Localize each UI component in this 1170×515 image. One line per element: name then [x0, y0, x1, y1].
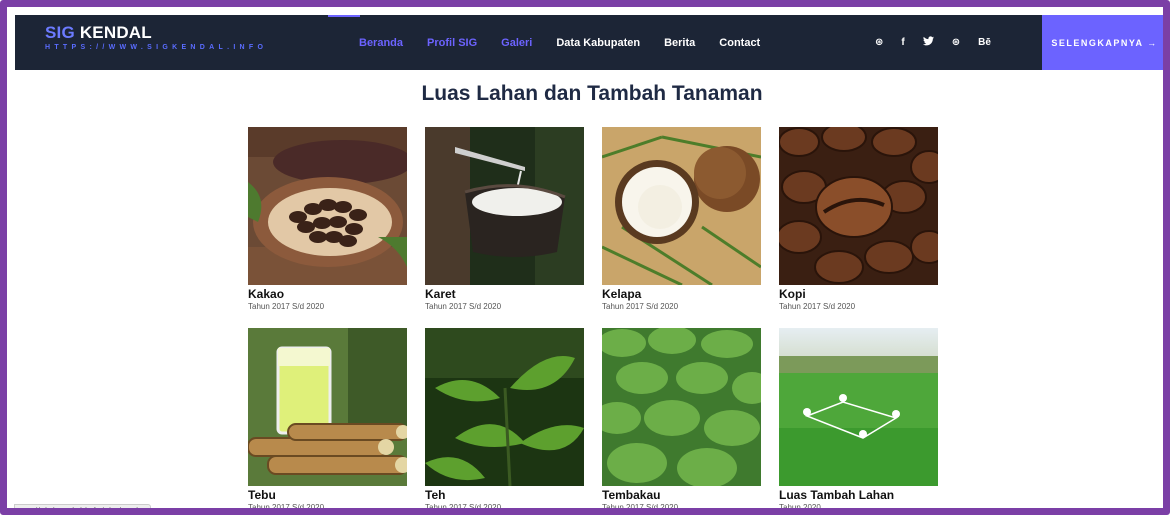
card-subtitle: Tahun 2017 S/d 2020: [248, 302, 325, 311]
nav-contact[interactable]: Contact: [719, 37, 760, 49]
card-title: Tembakau: [602, 488, 661, 502]
pinterest-icon[interactable]: ⊛: [952, 37, 960, 48]
card-subtitle: Tahun 2017 S/d 2020: [425, 302, 502, 311]
navbar: SIG KENDAL HTTPS://WWW.SIGKENDAL.INFO Be…: [15, 15, 1163, 70]
social-links: ⊛ f ⊛ Bē: [875, 15, 1009, 70]
nav-beranda[interactable]: Beranda: [359, 37, 403, 49]
main-menu: Beranda Profil SIG Galeri Data Kabupaten…: [359, 15, 784, 70]
card-title: Luas Tambah Lahan: [779, 488, 895, 502]
brand-url: HTTPS://WWW.SIGKENDAL.INFO: [45, 44, 268, 51]
card-tembakau[interactable]: Tembakau Tahun 2017 S/d 2020: [602, 328, 761, 512]
nav-profil-sig[interactable]: Profil SIG: [427, 37, 477, 49]
sugarcane-image[interactable]: [248, 328, 407, 486]
tea-leaves-image[interactable]: [425, 328, 584, 486]
card-title: Tebu: [248, 488, 276, 502]
card-subtitle: Tahun 2017 S/d 2020: [248, 503, 325, 512]
brand-logo[interactable]: SIG KENDAL HTTPS://WWW.SIGKENDAL.INFO: [45, 23, 267, 51]
coffee-beans-image[interactable]: [779, 127, 938, 285]
nav-data-kabupaten[interactable]: Data Kabupaten: [556, 37, 640, 49]
brand-title-sig: SIG: [45, 23, 75, 42]
card-kakao[interactable]: Kakao Tahun 2017 S/d 2020: [248, 127, 407, 312]
card-kelapa[interactable]: Kelapa Tahun 2017 S/d 2020: [602, 127, 761, 312]
card-title: Kakao: [248, 287, 285, 301]
facebook-icon[interactable]: f: [901, 37, 904, 48]
status-bar-url: ps://sigkendal.info/sig.html#: [14, 504, 151, 508]
card-title: Kelapa: [602, 287, 642, 301]
brand-title-kendal: KENDAL: [79, 23, 152, 42]
card-title: Teh: [425, 488, 446, 502]
nav-berita[interactable]: Berita: [664, 37, 695, 49]
coconut-image[interactable]: [602, 127, 761, 285]
selengkapnya-button[interactable]: SELENGKAPNYA →: [1042, 15, 1163, 70]
card-kopi[interactable]: Kopi Tahun 2017 S/d 2020: [779, 127, 938, 312]
browser-frame: SIG KENDAL HTTPS://WWW.SIGKENDAL.INFO Be…: [0, 0, 1170, 515]
land-map-image[interactable]: [779, 328, 938, 486]
card-subtitle: Tahun 2017 S/d 2020: [779, 302, 856, 311]
card-karet[interactable]: Karet Tahun 2017 S/d 2020: [425, 127, 584, 312]
dribbble-icon[interactable]: ⊛: [875, 37, 883, 48]
card-subtitle: Tahun 2020: [779, 503, 821, 512]
card-luas-tambah-lahan[interactable]: Luas Tambah Lahan Tahun 2020: [779, 328, 938, 512]
tobacco-field-image[interactable]: [602, 328, 761, 486]
nav-galeri[interactable]: Galeri: [501, 37, 532, 49]
card-subtitle: Tahun 2017 S/d 2020: [425, 503, 502, 512]
active-indicator: [328, 15, 360, 17]
card-title: Kopi: [779, 287, 806, 301]
card-subtitle: Tahun 2017 S/d 2020: [602, 302, 679, 311]
rubber-tree-image[interactable]: [425, 127, 584, 285]
behance-icon[interactable]: Bē: [978, 37, 991, 48]
cocoa-pod-image[interactable]: [248, 127, 407, 285]
card-teh[interactable]: Teh Tahun 2017 S/d 2020: [425, 328, 584, 512]
twitter-icon[interactable]: [922, 36, 934, 49]
card-subtitle: Tahun 2017 S/d 2020: [602, 503, 679, 512]
page-title: Luas Lahan dan Tambah Tanaman: [421, 82, 763, 105]
card-tebu[interactable]: Tebu Tahun 2017 S/d 2020: [248, 328, 407, 512]
card-title: Karet: [425, 287, 456, 301]
